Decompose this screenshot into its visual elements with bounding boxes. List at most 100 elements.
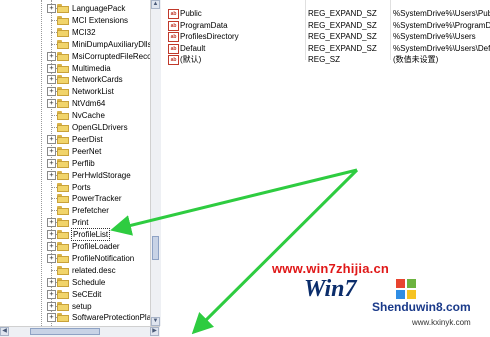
tree-item[interactable]: + NtVdm64 [0,98,150,109]
value-data: %SystemDrive%\ProgramD [393,20,490,30]
expand-icon[interactable]: + [47,289,56,299]
expand-icon[interactable]: + [47,242,56,251]
tree-item[interactable]: + SoftwareProtectionPla [0,312,150,323]
watermark-logo-text: Win7 [304,276,357,302]
tree-item-label: PerHwIdStorage [72,170,131,180]
expand-icon[interactable]: + [47,134,56,144]
tree-item-label: ProfileLoader [72,242,120,251]
value-data: %SystemDrive%\Users\Def [393,43,490,53]
folder-icon [57,63,69,73]
scroll-left-icon[interactable]: ◀ [0,327,9,336]
expand-icon[interactable]: + [47,87,56,97]
tree-item[interactable]: MiniDumpAuxiliaryDlls [0,39,150,50]
tree-item[interactable]: + NetworkCards [0,74,150,85]
folder-icon [57,27,69,37]
scroll-right-icon[interactable]: ▶ [150,327,159,336]
tree-item[interactable]: MCI Extensions [0,15,150,26]
string-value-icon: ab [168,9,179,19]
scroll-up-icon[interactable]: ▲ [151,0,160,9]
expand-icon[interactable]: + [47,158,56,168]
tree-item[interactable]: + NetworkList [0,86,150,97]
string-value-icon: ab [168,20,179,31]
tree-item-label: related.desc [72,265,116,275]
tree-item-label: NvCache [72,111,105,121]
tree-vertical-scrollbar[interactable]: ▲ ▼ [150,0,161,326]
tree-item-label: MCI Extensions [72,15,129,25]
tree-horizontal-scroll-thumb[interactable] [30,328,100,335]
tree-item[interactable]: + Print [0,217,150,228]
tree-item[interactable]: + PeerNet [0,146,150,157]
folder-icon [57,146,69,156]
tree-item[interactable]: + Schedule [0,277,150,288]
tree-item[interactable]: + LanguagePack [0,3,150,14]
value-data: %SystemDrive%\Users\Pub [393,9,490,18]
expand-icon[interactable]: + [47,253,56,263]
tree-item[interactable]: + PeerDist [0,134,150,145]
tree-item[interactable]: + Perflib [0,158,150,169]
expand-icon[interactable]: + [47,4,56,13]
tree-item[interactable]: + setup [0,301,150,312]
expand-icon[interactable]: + [47,99,56,109]
tree-item-label: MiniDumpAuxiliaryDlls [72,39,150,49]
expand-icon[interactable]: + [47,230,56,240]
expand-icon[interactable]: + [47,51,56,61]
folder-icon [57,75,69,85]
tree-item-label: NetworkList [72,87,114,97]
expand-icon[interactable]: + [47,277,56,287]
tree-item[interactable]: Prefetcher [0,205,150,216]
folder-icon [57,206,69,216]
value-row[interactable]: ab Public REG_EXPAND_SZ %SystemDrive%\Users… [163,8,490,20]
value-name: Public [180,9,202,18]
expand-icon[interactable]: + [47,75,56,85]
tree-item-label: NtVdm64 [72,99,106,109]
value-data: %SystemDrive%\Users [393,32,476,41]
value-type: REG_EXPAND_SZ [308,32,377,41]
folder-icon [57,277,69,287]
folder-icon [57,170,69,180]
tree-item-label: SeCEdit [72,289,102,299]
folder-icon [57,194,69,204]
tree-item[interactable]: Ports [0,182,150,193]
value-row[interactable]: ab ProfilesDirectory REG_EXPAND_SZ %SystemD… [163,31,490,43]
tree-item[interactable]: + PerHwIdStorage [0,170,150,181]
scroll-down-icon[interactable]: ▼ [151,317,160,326]
tree-item[interactable]: MCI32 [0,27,150,38]
expand-icon[interactable]: + [47,146,56,156]
folder-icon [57,301,69,311]
expand-icon[interactable]: + [47,301,56,311]
tree-vertical-scroll-thumb[interactable] [152,236,159,260]
tree-item-label: Multimedia [72,63,111,73]
tree-item[interactable]: OpenGLDrivers [0,122,150,133]
value-name: (默认) [180,55,202,64]
tree-item[interactable]: + SeCEdit [0,289,150,300]
tree-item[interactable]: + Multimedia [0,63,150,74]
expand-icon[interactable]: + [47,170,56,180]
tree-item-label: NetworkCards [72,75,123,85]
folder-icon [57,39,69,49]
tree-item[interactable]: NvCache [0,110,150,121]
folder-icon [57,182,69,192]
folder-icon [57,253,69,263]
value-row[interactable]: ab (默认) REG_SZ (数值未设置) [163,54,490,66]
folder-icon [57,99,69,109]
tree-horizontal-scrollbar[interactable]: ◀ ▶ [0,326,160,337]
value-name: ProgramData [180,20,228,30]
tree-item-label: OpenGLDrivers [72,123,128,132]
tree-item-label: PeerDist [72,134,103,144]
expand-icon[interactable]: + [47,218,56,228]
tree-item[interactable]: + ProfileList [0,228,150,242]
tree-item[interactable]: related.desc [0,265,150,276]
value-row[interactable]: ab Default REG_EXPAND_SZ %SystemDrive%\User… [163,43,490,55]
string-value-icon: ab [168,55,179,65]
tree-item[interactable]: + ProfileNotification [0,253,150,264]
tree-item[interactable]: + MsiCorruptedFileReco [0,51,150,62]
tree-item[interactable]: + ProfileLoader [0,241,150,252]
value-type: REG_EXPAND_SZ [308,43,377,53]
folder-icon [57,111,69,121]
tree-item[interactable]: PowerTracker [0,193,150,204]
value-type: REG_SZ [308,55,341,64]
value-row[interactable]: ab ProgramData REG_EXPAND_SZ %SystemDrive%\… [163,20,490,32]
expand-icon[interactable]: + [47,63,56,73]
expand-icon[interactable]: + [47,313,56,323]
registry-key-tree[interactable]: + LanguagePack MCI Extensions MCI32 MiniDump… [0,0,150,336]
